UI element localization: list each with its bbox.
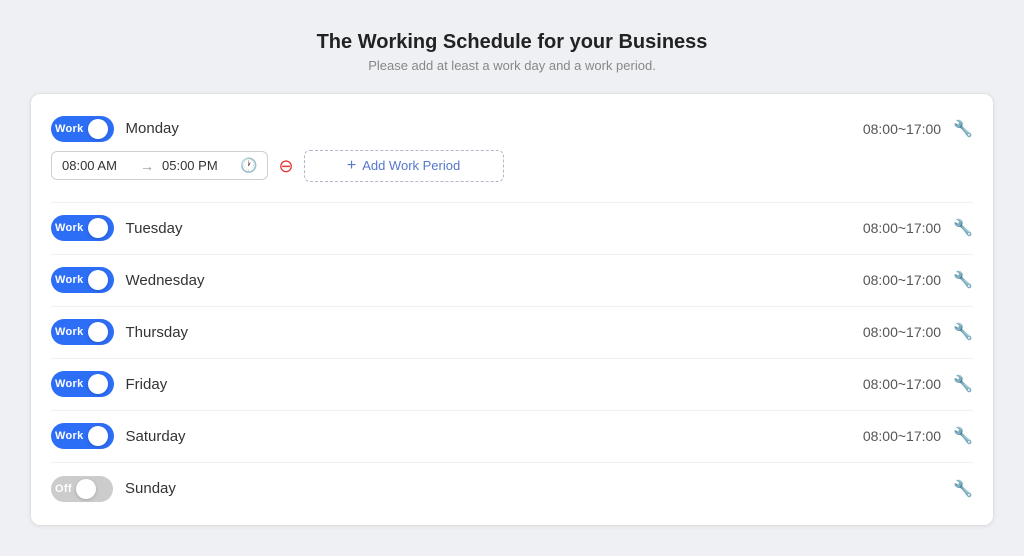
page-title: The Working Schedule for your Business	[30, 31, 994, 54]
arrow-icon-monday-0: →	[140, 158, 154, 174]
day-name-friday: Friday	[126, 376, 863, 393]
page-wrapper: The Working Schedule for your Business P…	[0, 11, 1024, 546]
toggle-circle-wednesday	[88, 270, 108, 290]
toggle-circle-saturday	[88, 426, 108, 446]
day-name-tuesday: Tuesday	[126, 220, 863, 237]
day-main-wednesday: Work Wednesday08:00~17:00 🔧	[51, 267, 973, 293]
wrench-icon-thursday[interactable]: 🔧	[953, 322, 973, 342]
toggle-circle-monday	[88, 119, 108, 139]
toggle-label-friday: Work	[55, 378, 84, 390]
plus-icon-monday: +	[347, 157, 356, 175]
wrench-icon-wednesday[interactable]: 🔧	[953, 270, 973, 290]
toggle-thursday[interactable]: Work	[51, 319, 114, 345]
day-hours-saturday: 08:00~17:00	[863, 428, 941, 444]
toggle-label-tuesday: Work	[55, 222, 84, 234]
wrench-icon-tuesday[interactable]: 🔧	[953, 218, 973, 238]
day-main-saturday: Work Saturday08:00~17:00 🔧	[51, 423, 973, 449]
add-period-btn-monday[interactable]: + Add Work Period	[304, 150, 504, 182]
day-row-monday: Work Monday08:00~17:00 🔧 08:00 AM → 05:00 PM 🕐…	[51, 104, 973, 203]
time-input-group-monday-0[interactable]: 08:00 AM → 05:00 PM 🕐	[51, 151, 268, 180]
toggle-tuesday[interactable]: Work	[51, 215, 114, 241]
toggle-saturday[interactable]: Work	[51, 423, 114, 449]
wrench-icon-sunday[interactable]: 🔧	[953, 479, 973, 499]
period-row-monday-0: 08:00 AM → 05:00 PM 🕐 ⊖ + Add Work Period	[51, 150, 973, 190]
wrench-icon-friday[interactable]: 🔧	[953, 374, 973, 394]
day-main-thursday: Work Thursday08:00~17:00 🔧	[51, 319, 973, 345]
day-name-wednesday: Wednesday	[126, 272, 863, 289]
toggle-circle-tuesday	[88, 218, 108, 238]
end-time-monday-0: 05:00 PM	[162, 158, 232, 173]
toggle-circle-thursday	[88, 322, 108, 342]
toggle-circle-sunday	[76, 479, 96, 499]
day-row-tuesday: Work Tuesday08:00~17:00 🔧	[51, 203, 973, 255]
start-time-monday-0: 08:00 AM	[62, 158, 132, 173]
toggle-friday[interactable]: Work	[51, 371, 114, 397]
day-name-saturday: Saturday	[126, 428, 863, 445]
day-hours-tuesday: 08:00~17:00	[863, 220, 941, 236]
day-name-monday: Monday	[126, 120, 863, 137]
toggle-wednesday[interactable]: Work	[51, 267, 114, 293]
wrench-icon-monday[interactable]: 🔧	[953, 119, 973, 139]
day-main-monday: Work Monday08:00~17:00 🔧	[51, 116, 973, 142]
day-main-sunday: Off Sunday 🔧	[51, 476, 973, 502]
page-subtitle: Please add at least a work day and a wor…	[30, 58, 994, 73]
schedule-card: WorkMonday08:00~17:00🔧08:00 AM→05:00 PM🕐…	[30, 93, 994, 526]
day-name-thursday: Thursday	[126, 324, 863, 341]
day-main-tuesday: Work Tuesday08:00~17:00 🔧	[51, 215, 973, 241]
clock-icon-monday-0: 🕐	[240, 157, 257, 174]
toggle-label-monday: Work	[55, 123, 84, 135]
wrench-icon-saturday[interactable]: 🔧	[953, 426, 973, 446]
day-row-sunday: Off Sunday 🔧	[51, 463, 973, 515]
toggle-label-saturday: Work	[55, 430, 84, 442]
day-row-friday: Work Friday08:00~17:00 🔧	[51, 359, 973, 411]
day-hours-wednesday: 08:00~17:00	[863, 272, 941, 288]
remove-period-btn-monday-0[interactable]: ⊖	[278, 157, 293, 175]
toggle-label-wednesday: Work	[55, 274, 84, 286]
day-hours-monday: 08:00~17:00	[863, 121, 941, 137]
day-row-wednesday: Work Wednesday08:00~17:00 🔧	[51, 255, 973, 307]
toggle-circle-friday	[88, 374, 108, 394]
page-header: The Working Schedule for your Business P…	[30, 31, 994, 73]
day-hours-friday: 08:00~17:00	[863, 376, 941, 392]
day-hours-thursday: 08:00~17:00	[863, 324, 941, 340]
toggle-sunday[interactable]: Off	[51, 476, 113, 502]
day-name-sunday: Sunday	[125, 480, 941, 497]
toggle-label-sunday: Off	[55, 483, 72, 495]
toggle-label-thursday: Work	[55, 326, 84, 338]
day-row-saturday: Work Saturday08:00~17:00 🔧	[51, 411, 973, 463]
day-row-thursday: Work Thursday08:00~17:00 🔧	[51, 307, 973, 359]
day-main-friday: Work Friday08:00~17:00 🔧	[51, 371, 973, 397]
add-period-label-monday: Add Work Period	[362, 158, 460, 173]
toggle-monday[interactable]: Work	[51, 116, 114, 142]
